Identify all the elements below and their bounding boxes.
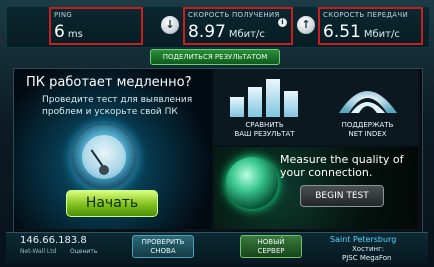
upload-unit: Мбит/с [363, 29, 400, 40]
download-value-wrap: 8.97 Мбит/с [188, 22, 265, 42]
pc-slow-ad[interactable]: ПК работает медленно? Проведите тест для… [14, 69, 212, 229]
server-city: Saint Petersburg [330, 235, 397, 244]
ping-value: 6 [54, 22, 65, 42]
upload-value: 6.51 [323, 22, 361, 42]
ip-address: 146.66.183.8 [20, 235, 87, 246]
status-bar: 146.66.183.8 Net-Wall Ltd Оценить ПРОВЕР… [6, 232, 428, 264]
begin-test-button[interactable]: BEGIN TEST [300, 185, 384, 207]
gauge-hub [99, 165, 109, 175]
ad-title: ПК работает медленно? [26, 75, 192, 90]
share-result-button[interactable]: ПОДЕЛИТЬСЯ РЕЗУЛЬТАТОМ [150, 49, 280, 65]
isp-name: Net-Wall Ltd [20, 248, 57, 255]
ping-unit: ms [67, 29, 83, 40]
rating-link[interactable]: Оценить [70, 248, 97, 255]
download-value: 8.97 [188, 22, 226, 42]
arrow-down-icon: ↓ [161, 16, 179, 34]
compare-label: СРАВНИТЬ ВАШ РЕЗУЛЬТАТ [234, 121, 295, 138]
upload-value-wrap: 6.51 Мбит/с [323, 22, 400, 42]
arrow-up-icon: ↑ [297, 16, 315, 34]
host-label: Хостинг: [352, 245, 385, 253]
results-bar: PING 6 ms ↓ СКОРОСТЬ ПОЛУЧЕНИЯ 8.97 Мбит/с… [6, 6, 430, 48]
download-unit: Мбит/с [228, 29, 265, 40]
retest-button[interactable]: ПРОВЕРИТЬ СНОВА [132, 235, 194, 258]
host-name: PJSC MegaFon [342, 254, 392, 262]
ping-label: PING [54, 11, 73, 19]
download-result: СКОРОСТЬ ПОЛУЧЕНИЯ 8.97 Мбит/с [183, 7, 293, 45]
upload-result: СКОРОСТЬ ПЕРЕДАЧИ 6.51 Мбит/с [318, 7, 423, 45]
netindex-label: ПОДДЕРЖАТЬ NET INDEX [341, 121, 394, 138]
ad2-title: Measure the quality of your connection. [280, 153, 404, 179]
download-label: СКОРОСТЬ ПОЛУЧЕНИЯ [188, 11, 280, 19]
measure-quality-ad[interactable]: Measure the quality of your connection. … [214, 147, 418, 229]
ping-result: PING 6 ms [49, 7, 143, 45]
ad-subtitle: Проведите тест для выявления проблем и у… [42, 95, 193, 117]
action-tiles: СРАВНИТЬ ВАШ РЕЗУЛЬТАТ ПОДДЕРЖАТЬ NET IN… [214, 69, 418, 145]
support-netindex-tile[interactable]: ПОДДЕРЖАТЬ NET INDEX [317, 69, 418, 145]
globe-icon [226, 157, 278, 209]
ping-value-wrap: 6 ms [54, 22, 83, 42]
upload-label: СКОРОСТЬ ПЕРЕДАЧИ [323, 11, 409, 19]
new-server-button[interactable]: НОВЫЙ СЕРВЕР [240, 235, 302, 258]
start-button[interactable]: Начать [66, 190, 158, 217]
gauge-icon [72, 125, 136, 189]
info-icon[interactable]: i [278, 18, 287, 27]
speedtest-window: PING 6 ms ↓ СКОРОСТЬ ПОЛУЧЕНИЯ 8.97 Мбит/с… [0, 0, 434, 267]
compare-result-tile[interactable]: СРАВНИТЬ ВАШ РЕЗУЛЬТАТ [214, 69, 315, 145]
